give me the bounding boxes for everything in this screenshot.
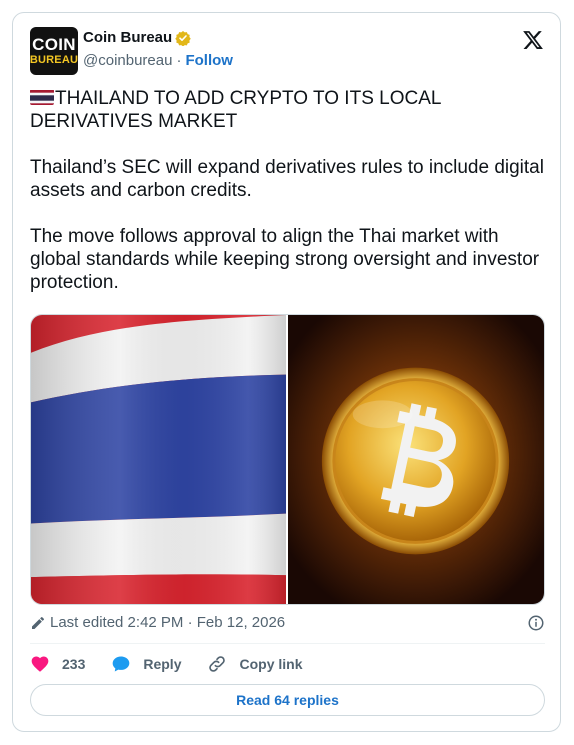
tweet-paragraph-2: The move follows approval to align the T… (30, 226, 540, 293)
tweet-media[interactable] (30, 314, 545, 605)
tweet-paragraph-1: Thailand’s SEC will expand derivatives r… (30, 157, 544, 201)
reply-bubble-icon (113, 656, 130, 672)
author-handle[interactable]: @coinbureau (83, 52, 172, 69)
tweet-text: THAILAND TO ADD CRYPTO TO ITS LOCAL DERI… (30, 87, 545, 317)
thailand-flag-icon (30, 89, 54, 105)
x-logo-icon[interactable] (522, 29, 544, 51)
avatar[interactable]: COIN BUREAU (30, 27, 78, 75)
like-button[interactable]: 233 (30, 654, 85, 674)
bitcoin-coin-image[interactable] (288, 315, 544, 604)
edited-meta-row: Last edited 2:42 PM · Feb 12, 2026 (30, 614, 545, 631)
divider (30, 643, 545, 644)
avatar-text-line2: BUREAU (30, 54, 78, 66)
separator-dot: · (176, 52, 182, 69)
copy-link-label: Copy link (239, 656, 303, 672)
reply-button[interactable]: Reply (111, 654, 181, 674)
action-bar: 233 Reply Copy link (30, 654, 329, 674)
author-name[interactable]: Coin Bureau (83, 29, 172, 46)
copy-link-button[interactable]: Copy link (207, 654, 303, 674)
reply-label: Reply (143, 656, 182, 672)
read-replies-button[interactable]: Read 64 replies (30, 684, 545, 716)
author-handle-row: @coinbureau · Follow (83, 52, 233, 69)
verified-badge-icon (175, 30, 191, 46)
author-name-row[interactable]: Coin Bureau (83, 29, 191, 46)
tweet-headline: THAILAND TO ADD CRYPTO TO ITS LOCAL DERI… (30, 88, 441, 132)
pencil-icon (32, 616, 45, 629)
heart-icon (31, 656, 49, 672)
tweet-card: COIN BUREAU Coin Bureau @coinbureau · Fo… (12, 12, 561, 732)
info-icon[interactable] (527, 614, 545, 632)
thailand-flag-image[interactable] (31, 315, 286, 604)
edited-timestamp[interactable]: Last edited 2:42 PM · Feb 12, 2026 (50, 614, 285, 631)
avatar-text-line1: COIN (32, 35, 76, 54)
like-count: 233 (62, 656, 86, 672)
tweet-headline-paragraph: THAILAND TO ADD CRYPTO TO ITS LOCAL DERI… (30, 87, 545, 133)
follow-button[interactable]: Follow (185, 52, 233, 69)
link-icon (209, 656, 226, 672)
